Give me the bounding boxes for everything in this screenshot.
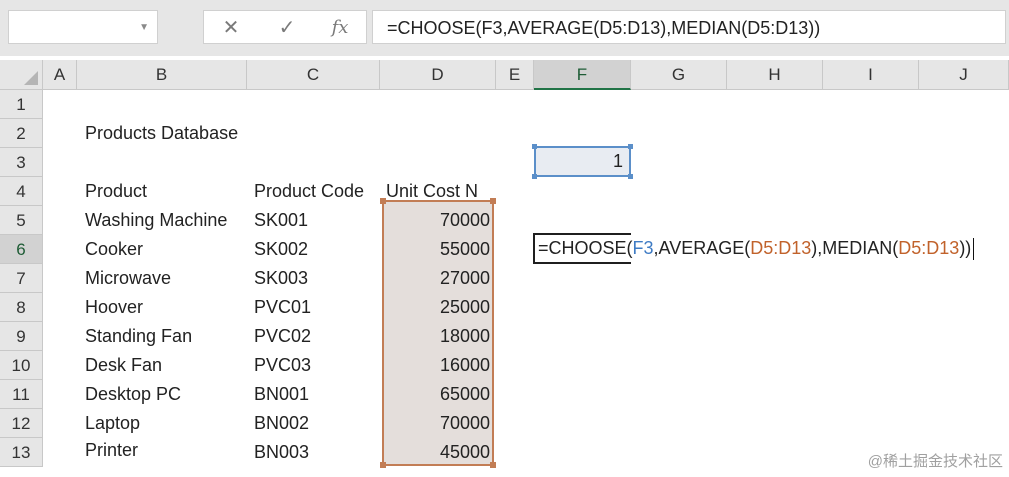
product-cell[interactable]: Laptop (85, 409, 140, 438)
product-cell[interactable]: Microwave (85, 264, 171, 293)
cell-f3[interactable]: 1 (532, 144, 633, 179)
cost-cell[interactable]: 27000 (380, 264, 494, 293)
row-header-2[interactable]: 2 (0, 119, 43, 148)
insert-function-icon[interactable]: fx (325, 14, 355, 42)
cancel-icon[interactable]: ✕ (216, 14, 246, 42)
column-header-b[interactable]: B (77, 60, 247, 90)
column-header-a[interactable]: A (43, 60, 77, 90)
column-header-j[interactable]: J (919, 60, 1009, 90)
row-header-8[interactable]: 8 (0, 293, 43, 322)
product-cell[interactable]: Desk Fan (85, 351, 162, 380)
product-cell[interactable]: Desktop PC (85, 380, 181, 409)
formula-buttons: ✕ ✓ fx (203, 10, 367, 44)
select-all-button[interactable] (0, 60, 43, 90)
column-header-e[interactable]: E (496, 60, 534, 90)
product-cell[interactable]: Hoover (85, 293, 143, 322)
header-unit-cost[interactable]: Unit Cost N (386, 177, 478, 206)
row-header-3[interactable]: 3 (0, 148, 43, 177)
product-cell[interactable]: Washing Machine (85, 206, 227, 235)
header-product[interactable]: Product (85, 177, 147, 206)
row-header-7[interactable]: 7 (0, 264, 43, 293)
code-cell[interactable]: SK003 (254, 264, 308, 293)
formula-part: =CHOOSE( (538, 238, 633, 258)
text-cursor (973, 238, 975, 261)
column-header-c[interactable]: C (247, 60, 380, 90)
row-header-9[interactable]: 9 (0, 322, 43, 351)
sheet-title[interactable]: Products Database (85, 119, 238, 148)
cost-cell[interactable]: 16000 (380, 351, 494, 380)
row-header-1[interactable]: 1 (0, 90, 43, 119)
formula-ref-d5-d13: D5:D13 (750, 238, 812, 258)
cost-cell[interactable]: 70000 (380, 206, 494, 235)
cell-f3-value: 1 (612, 151, 623, 171)
row-header-10[interactable]: 10 (0, 351, 43, 380)
name-box[interactable]: ▼ (8, 10, 158, 44)
column-header-d[interactable]: D (380, 60, 496, 90)
checkmark-icon[interactable]: ✓ (272, 14, 302, 42)
row-header-5[interactable]: 5 (0, 206, 43, 235)
range-handle[interactable] (628, 144, 633, 149)
cell-edit-formula[interactable]: =CHOOSE(F3,AVERAGE(D5:D13),MEDIAN(D5:D13… (538, 234, 975, 263)
formula-part: ),MEDIAN( (811, 238, 899, 258)
cost-cell[interactable]: 45000 (380, 438, 494, 467)
chevron-down-icon[interactable]: ▼ (139, 22, 149, 33)
formula-part: )) (959, 238, 972, 258)
code-cell[interactable]: SK001 (254, 206, 308, 235)
row-header-4[interactable]: 4 (0, 177, 43, 206)
row-header-13[interactable]: 13 (0, 438, 43, 467)
cost-cell[interactable]: 55000 (380, 235, 494, 264)
range-handle[interactable] (532, 144, 537, 149)
code-cell[interactable]: BN001 (254, 380, 309, 409)
code-cell[interactable]: PVC01 (254, 293, 311, 322)
watermark: @稀土掘金技术社区 (867, 453, 1003, 470)
column-header-h[interactable]: H (727, 60, 823, 90)
cost-cell[interactable]: 70000 (380, 409, 494, 438)
column-header-i[interactable]: I (823, 60, 919, 90)
code-cell[interactable]: PVC03 (254, 351, 311, 380)
formula-ref-f3: F3 (632, 238, 654, 258)
header-product-code[interactable]: Product Code (254, 177, 364, 206)
row-header-12[interactable]: 12 (0, 409, 43, 438)
range-handle[interactable] (490, 198, 496, 204)
row-header-11[interactable]: 11 (0, 380, 43, 409)
code-cell[interactable]: BN002 (254, 409, 309, 438)
column-header-g[interactable]: G (631, 60, 727, 90)
product-cell[interactable]: Standing Fan (85, 322, 192, 351)
row-header-6[interactable]: 6 (0, 235, 43, 264)
formula-part: ,AVERAGE( (653, 238, 751, 258)
code-cell[interactable]: PVC02 (254, 322, 311, 351)
code-cell[interactable]: SK002 (254, 235, 308, 264)
formula-input[interactable]: =CHOOSE(F3,AVERAGE(D5:D13),MEDIAN(D5:D13… (372, 10, 1006, 44)
column-header-f[interactable]: F (534, 60, 631, 90)
product-cell[interactable]: Printer (85, 436, 138, 465)
cost-cell[interactable]: 25000 (380, 293, 494, 322)
range-handle[interactable] (532, 174, 537, 179)
cost-cell[interactable]: 65000 (380, 380, 494, 409)
formula-bar: ▼ ✕ ✓ fx =CHOOSE(F3,AVERAGE(D5:D13),MEDI… (0, 0, 1009, 56)
formula-ref-d5-d13: D5:D13 (898, 238, 960, 258)
select-all-triangle-icon (24, 71, 38, 85)
product-cell[interactable]: Cooker (85, 235, 143, 264)
range-handle[interactable] (628, 174, 633, 179)
code-cell[interactable]: BN003 (254, 438, 309, 467)
cost-cell[interactable]: 18000 (380, 322, 494, 351)
